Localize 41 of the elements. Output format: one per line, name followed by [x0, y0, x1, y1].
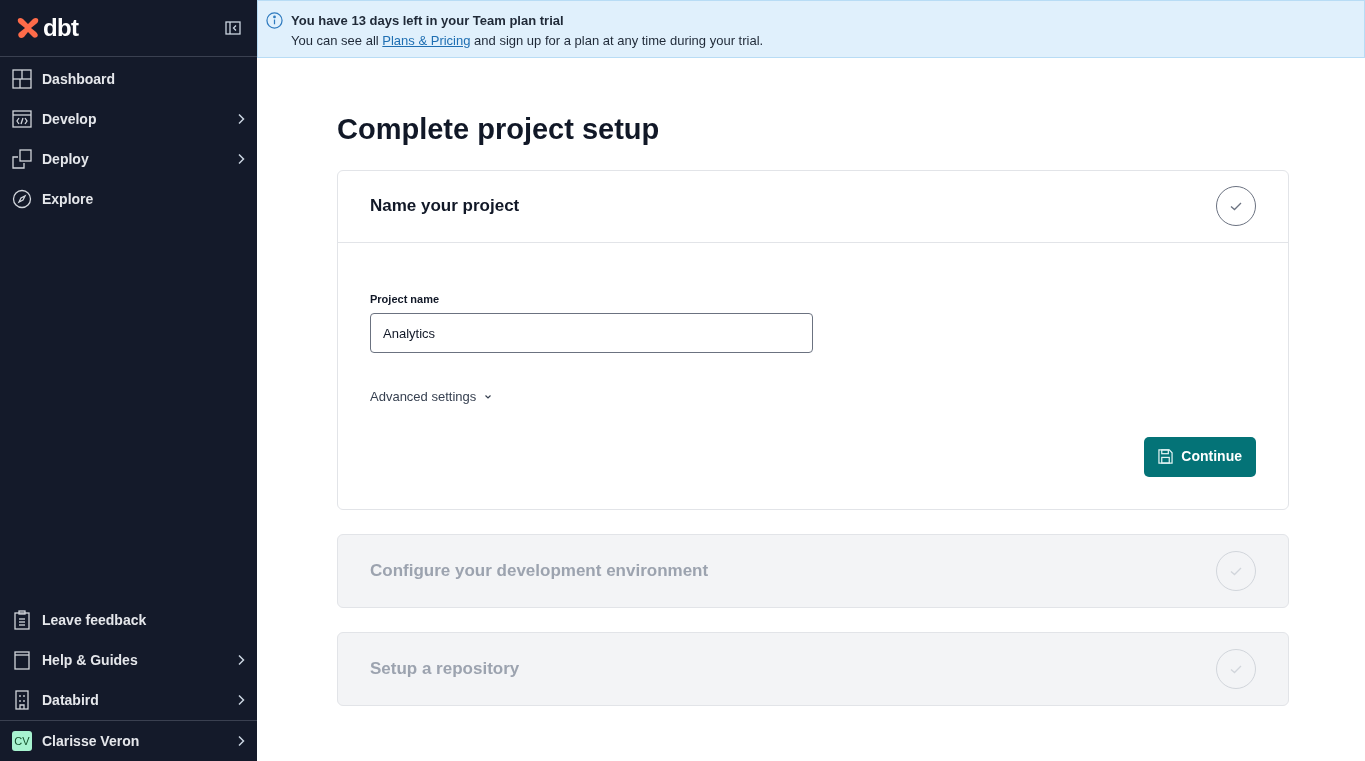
chevron-down-icon: [484, 393, 493, 400]
chevron-right-icon: [237, 694, 245, 706]
step-title: Configure your development environment: [370, 559, 709, 582]
clipboard-icon: [12, 610, 32, 630]
advanced-settings-toggle[interactable]: Advanced settings: [370, 387, 493, 407]
sidebar-item[interactable]: Leave feedback: [0, 600, 257, 640]
sidebar-item[interactable]: Deploy: [0, 139, 257, 179]
step-title: Setup a repository: [370, 657, 520, 680]
sidebar-item[interactable]: Explore: [0, 179, 257, 219]
banner-title: You have 13 days left in your Team plan trial: [291, 12, 565, 30]
chevron-right-icon: [237, 735, 245, 747]
save-icon: [1158, 449, 1174, 464]
logo-icon: [16, 16, 40, 40]
continue-button[interactable]: Continue: [1144, 436, 1256, 477]
chevron-right-icon: [237, 113, 245, 125]
sidebar-item[interactable]: Develop: [0, 99, 257, 139]
page-title: Complete project setup: [337, 112, 661, 147]
field-label: Project name: [370, 291, 441, 307]
compass-icon: [12, 189, 32, 209]
check-circle-icon: [1216, 648, 1256, 689]
sidebar-item[interactable]: Help & Guides: [0, 640, 257, 680]
banner-message: You can see all Plans & Pricing and sign up for a plan at any time during your trial.: [291, 32, 764, 50]
check-circle-icon: [1216, 186, 1256, 226]
logo-text: dbt: [43, 13, 79, 43]
user-avatar: CV: [12, 731, 32, 751]
plans-pricing-link[interactable]: Plans & Pricing: [382, 33, 471, 48]
collapse-sidebar-icon[interactable]: [225, 21, 241, 35]
building-icon: [12, 690, 32, 710]
sidebar-item[interactable]: Dashboard: [0, 59, 257, 99]
check-circle-icon: [1216, 550, 1256, 591]
sidebar-item[interactable]: Databird: [0, 680, 257, 720]
chevron-right-icon: [237, 153, 245, 165]
grid-icon: [12, 69, 32, 89]
copy-squares-icon: [12, 149, 32, 169]
project-name-field[interactable]: Analytics: [370, 313, 813, 353]
user-menu[interactable]: CV Clarisse Veron: [0, 721, 257, 761]
book-icon: [12, 650, 32, 670]
chevron-right-icon: [237, 654, 245, 666]
info-icon: [266, 12, 283, 29]
code-window-icon: [12, 109, 32, 129]
step-title: Name your project: [370, 195, 520, 218]
